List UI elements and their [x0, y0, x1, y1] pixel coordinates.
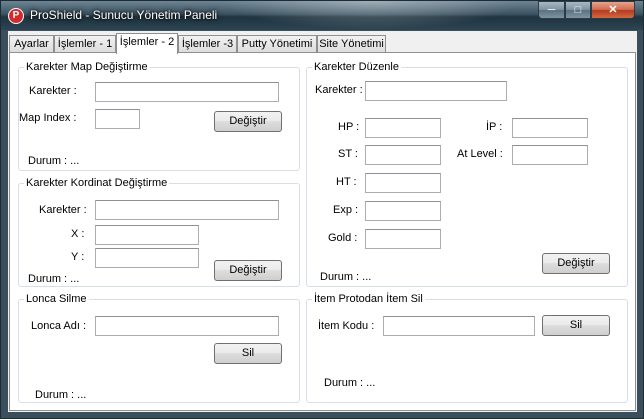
char-edit-button[interactable]: Değiştir [542, 253, 610, 274]
hp-input[interactable] [365, 118, 441, 138]
clan-delete-status: Durum : ... [35, 389, 87, 401]
app-window: P ProShield - Sunucu Yönetim Paneli ─ □ … [0, 0, 644, 419]
coord-change-group: Karekter Kordinat Değiştirme Karekter : … [18, 177, 300, 287]
clan-delete-button[interactable]: Sil [214, 343, 282, 364]
coord-change-button[interactable]: Değiştir [214, 260, 282, 281]
tab-putty-yonetimi[interactable]: Putty Yönetimi [237, 35, 317, 53]
item-delete-group: İtem Protodan İtem Sil İtem Kodu : Sil D… [306, 293, 628, 403]
tab-islemler-1[interactable]: İşlemler - 1 [54, 35, 116, 53]
coord-x-input[interactable] [95, 225, 199, 245]
at-level-label: At Level : [457, 148, 503, 160]
tab-islemler-3[interactable]: İşlemler -3 [178, 35, 237, 53]
exp-input[interactable] [365, 201, 441, 221]
item-code-input[interactable] [383, 316, 535, 336]
title-bar-glow [221, 1, 521, 30]
clan-delete-title: Lonca Silme [24, 293, 89, 305]
char-edit-group: Karekter Düzenle Karekter : HP : ST : HT… [306, 61, 628, 287]
coord-x-label: X : [71, 228, 85, 240]
st-input[interactable] [365, 145, 441, 165]
map-change-title: Karekter Map Değiştirme [24, 61, 150, 73]
close-button[interactable]: ✕ [591, 1, 635, 19]
coord-char-label: Karekter : [39, 204, 87, 216]
tab-islemler-2[interactable]: İşlemler - 2 [116, 33, 178, 54]
tab-ayarlar[interactable]: Ayarlar [9, 35, 54, 53]
tab-site-yonetimi[interactable]: Site Yönetimi [317, 35, 386, 53]
map-char-input[interactable] [95, 82, 279, 102]
hp-label: HP : [338, 121, 360, 133]
clan-name-input[interactable] [95, 316, 279, 336]
at-level-input[interactable] [512, 145, 588, 165]
proshield-logo-icon[interactable]: P [8, 8, 24, 24]
coord-y-input[interactable] [95, 248, 199, 268]
coord-char-input[interactable] [95, 200, 279, 220]
window-title: ProShield - Sunucu Yönetim Paneli [30, 8, 218, 22]
coord-change-status: Durum : ... [28, 273, 80, 285]
char-edit-char-input[interactable] [365, 81, 507, 101]
client-area: Ayarlar İşlemler - 1 İşlemler - 2 İşleml… [8, 31, 637, 412]
map-change-status: Durum : ... [28, 155, 80, 167]
map-change-group: Karekter Map Değiştirme Karekter : Map I… [18, 61, 300, 171]
map-change-button[interactable]: Değiştir [214, 111, 282, 132]
caption-buttons: ─ □ ✕ [538, 1, 635, 20]
maximize-button[interactable]: □ [565, 1, 591, 19]
coord-y-label: Y : [71, 251, 85, 263]
clan-delete-group: Lonca Silme Lonca Adı : Sil Durum : ... [18, 293, 300, 403]
exp-label: Exp : [333, 204, 359, 216]
item-code-label: İtem Kodu : [318, 320, 375, 332]
char-edit-title: Karekter Düzenle [312, 61, 401, 73]
map-char-label: Karekter : [29, 85, 77, 97]
ht-label: HT : [336, 176, 357, 188]
item-delete-title: İtem Protodan İtem Sil [312, 293, 425, 305]
char-edit-status: Durum : ... [320, 271, 372, 283]
map-index-input[interactable] [95, 109, 140, 129]
ip-input[interactable] [512, 118, 588, 138]
char-edit-char-label: Karekter : [315, 84, 363, 96]
gold-input[interactable] [365, 229, 441, 249]
title-bar[interactable]: P ProShield - Sunucu Yönetim Paneli ─ □ … [1, 1, 643, 30]
gold-label: Gold : [328, 232, 358, 244]
st-label: ST : [338, 148, 358, 160]
clan-name-label: Lonca Adı : [31, 320, 87, 332]
coord-change-title: Karekter Kordinat Değiştirme [24, 177, 170, 189]
ip-label: İP : [486, 121, 503, 133]
tab-panel-islemler-2: Karekter Map Değiştirme Karekter : Map I… [9, 52, 636, 411]
minimize-button[interactable]: ─ [538, 1, 565, 19]
item-delete-button[interactable]: Sil [542, 315, 610, 336]
ht-input[interactable] [365, 173, 441, 193]
item-delete-status: Durum : ... [324, 377, 376, 389]
map-index-label: Map Index : [19, 112, 77, 124]
